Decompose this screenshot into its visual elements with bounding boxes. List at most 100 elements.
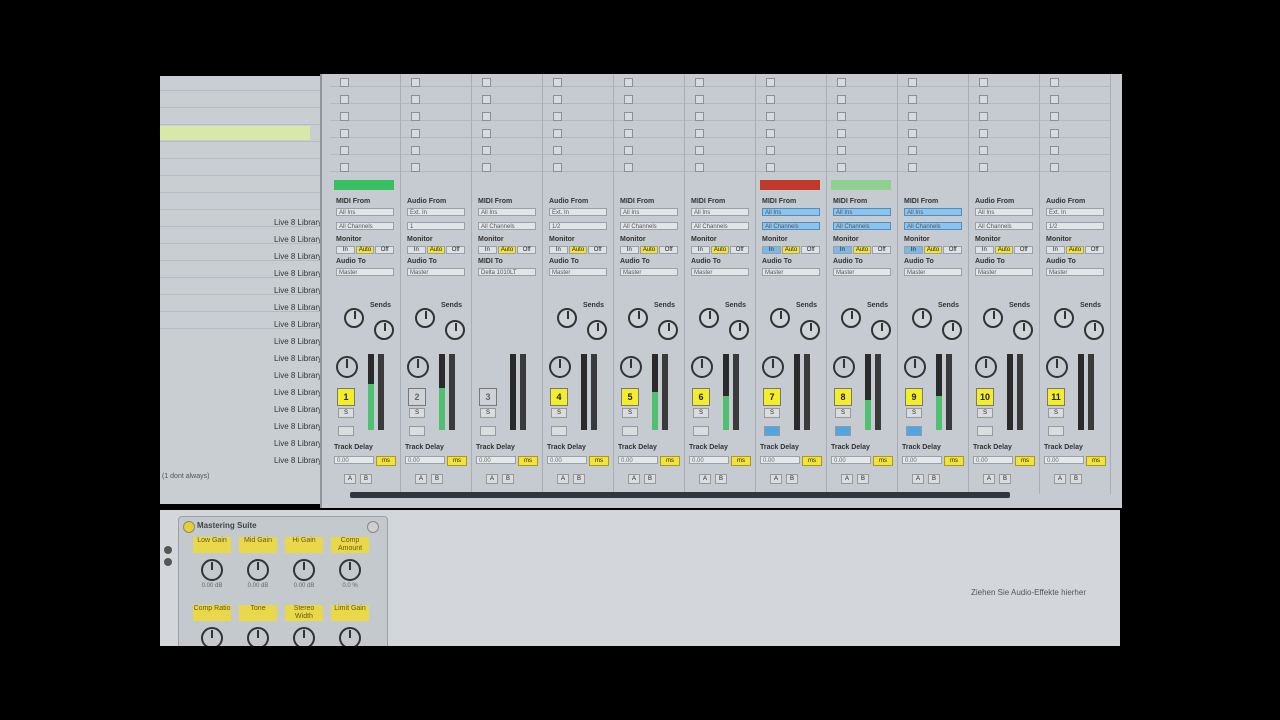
clip-stop-button[interactable] — [482, 95, 491, 104]
track-delay-value[interactable]: 0.00 — [476, 456, 516, 464]
monitor-selector[interactable]: In Auto Off — [904, 246, 963, 254]
monitor-selector[interactable]: In Auto Off — [407, 246, 466, 254]
input-source-select[interactable]: All Ins — [478, 208, 536, 216]
input-source-select[interactable]: All Ins — [833, 208, 891, 216]
macro-knob[interactable] — [201, 559, 223, 581]
clip-stop-button[interactable] — [411, 112, 420, 121]
browser-item[interactable]: Live 8 Library — [274, 439, 322, 448]
track-activator[interactable]: 2 — [408, 388, 426, 406]
clip-stop-button[interactable] — [624, 78, 633, 87]
ms-toggle[interactable]: ms — [944, 456, 964, 466]
browser-item[interactable]: Live 8 Library — [274, 405, 322, 414]
volume-fader[interactable] — [662, 354, 668, 430]
clip-stop-button[interactable] — [411, 95, 420, 104]
pan-knob[interactable] — [549, 356, 571, 378]
output-select[interactable]: Master — [833, 268, 891, 276]
output-select[interactable]: Master — [691, 268, 749, 276]
clip-stop-button[interactable] — [624, 95, 633, 104]
track-activator[interactable]: 9 — [905, 388, 923, 406]
input-source-select[interactable]: All Ins — [691, 208, 749, 216]
clip-stop-button[interactable] — [624, 129, 633, 138]
crossfade-a-button[interactable]: A — [770, 474, 782, 484]
arm-button[interactable] — [835, 426, 851, 436]
send-b-knob[interactable] — [942, 320, 962, 340]
input-channel-select[interactable]: All Channels — [478, 222, 536, 230]
solo-button[interactable]: S — [906, 408, 922, 418]
clip-stop-button[interactable] — [766, 95, 775, 104]
monitor-in[interactable]: In — [407, 246, 426, 254]
solo-button[interactable]: S — [693, 408, 709, 418]
clip-stop-button[interactable] — [695, 129, 704, 138]
input-source-select[interactable]: All Ins — [336, 208, 394, 216]
clip-stop-button[interactable] — [482, 163, 491, 172]
macro-knob[interactable] — [247, 559, 269, 581]
monitor-auto[interactable]: Auto — [923, 246, 943, 254]
monitor-auto[interactable]: Auto — [710, 246, 730, 254]
send-a-knob[interactable] — [983, 308, 1003, 328]
input-channel-select[interactable]: All Channels — [833, 222, 891, 230]
volume-fader[interactable] — [591, 354, 597, 430]
solo-button[interactable]: S — [764, 408, 780, 418]
clip-stop-button[interactable] — [766, 163, 775, 172]
macro-knob[interactable] — [293, 627, 315, 646]
macro-8[interactable]: Limit Gain — [331, 605, 369, 646]
solo-button[interactable]: S — [977, 408, 993, 418]
clip-stop-button[interactable] — [624, 112, 633, 121]
input-channel-select[interactable]: All Channels — [904, 222, 962, 230]
clip-stop-button[interactable] — [340, 78, 349, 87]
clip-stop-button[interactable] — [908, 95, 917, 104]
volume-fader[interactable] — [1017, 354, 1023, 430]
send-a-knob[interactable] — [1054, 308, 1074, 328]
ms-toggle[interactable]: ms — [447, 456, 467, 466]
macro-2[interactable]: Mid Gain 0.00 dB — [239, 537, 277, 589]
pan-knob[interactable] — [691, 356, 713, 378]
ms-toggle[interactable]: ms — [802, 456, 822, 466]
clip-stop-button[interactable] — [482, 112, 491, 121]
monitor-off[interactable]: Off — [730, 246, 750, 254]
monitor-auto[interactable]: Auto — [426, 246, 446, 254]
monitor-off[interactable]: Off — [872, 246, 892, 254]
send-a-knob[interactable] — [628, 308, 648, 328]
clip-stop-button[interactable] — [837, 112, 846, 121]
clip-stop-button[interactable] — [837, 163, 846, 172]
browser-panel[interactable]: Live 8 Library Live 8 Library Live 8 Libra… — [160, 76, 340, 504]
volume-fader[interactable] — [378, 354, 384, 430]
monitor-in[interactable]: In — [620, 246, 639, 254]
monitor-off[interactable]: Off — [517, 246, 537, 254]
macro-6[interactable]: Tone — [239, 605, 277, 646]
toggle-icon[interactable] — [164, 546, 172, 554]
clip-stop-button[interactable] — [979, 112, 988, 121]
clip-stop-button[interactable] — [553, 163, 562, 172]
monitor-off[interactable]: Off — [659, 246, 679, 254]
macro-knob[interactable] — [339, 627, 361, 646]
crossfade-b-button[interactable]: B — [360, 474, 372, 484]
horizontal-scrollbar[interactable] — [350, 492, 1010, 498]
pan-knob[interactable] — [1046, 356, 1068, 378]
send-b-knob[interactable] — [1013, 320, 1033, 340]
clip-stop-button[interactable] — [411, 78, 420, 87]
track-activator[interactable]: 4 — [550, 388, 568, 406]
output-select[interactable]: Master — [620, 268, 678, 276]
clip-stop-button[interactable] — [411, 163, 420, 172]
track-activator[interactable]: 3 — [479, 388, 497, 406]
solo-button[interactable]: S — [1048, 408, 1064, 418]
pan-knob[interactable] — [762, 356, 784, 378]
input-channel-select[interactable]: 1/2 — [549, 222, 607, 230]
track-activator[interactable]: 10 — [976, 388, 994, 406]
monitor-off[interactable]: Off — [1014, 246, 1034, 254]
send-b-knob[interactable] — [587, 320, 607, 340]
solo-button[interactable]: S — [551, 408, 567, 418]
monitor-off[interactable]: Off — [446, 246, 466, 254]
send-a-knob[interactable] — [557, 308, 577, 328]
clip-stop-button[interactable] — [553, 95, 562, 104]
input-channel-select[interactable]: All Channels — [620, 222, 678, 230]
send-a-knob[interactable] — [415, 308, 435, 328]
clip-indicator[interactable] — [760, 180, 820, 190]
track-delay-value[interactable]: 0.00 — [831, 456, 871, 464]
crossfade-b-button[interactable]: B — [431, 474, 443, 484]
clip-stop-button[interactable] — [695, 95, 704, 104]
output-select[interactable]: Master — [1046, 268, 1104, 276]
arm-button[interactable] — [1048, 426, 1064, 436]
crossfade-a-button[interactable]: A — [699, 474, 711, 484]
clip-stop-button[interactable] — [340, 95, 349, 104]
